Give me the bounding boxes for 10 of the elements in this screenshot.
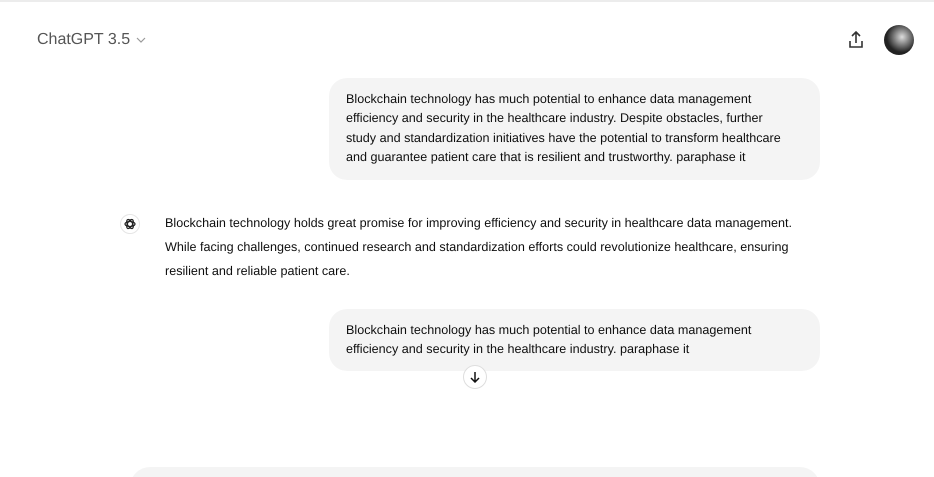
assistant-message: Blockchain technology holds great promise for improving efficiency and security in healthcare data management. While facing challenges, continued research and standardization efforts could revolutionize healthcare, ensuring resilient and reliable patient care. [165,214,794,280]
model-selector[interactable]: ChatGPT 3.5 [37,31,146,49]
scroll-down-button[interactable] [463,365,487,390]
avatar[interactable] [884,25,914,55]
assistant-logo-icon [120,214,140,234]
share-icon[interactable] [848,31,864,49]
user-message: Blockchain technology has much potential to enhance data management efficiency and security in the healthcare industry. Despite obstacles, further study and standardization initiatives have the potential to transform healthcare and guarantee patient care that is resilient and trustworthy. paraphase it [329,78,820,180]
arrow-down-icon [470,371,480,384]
chevron-down-icon [136,37,146,43]
user-message: Blockchain technology has much potential to enhance data management efficiency and security in the healthcare industry. paraphase it [329,308,820,372]
